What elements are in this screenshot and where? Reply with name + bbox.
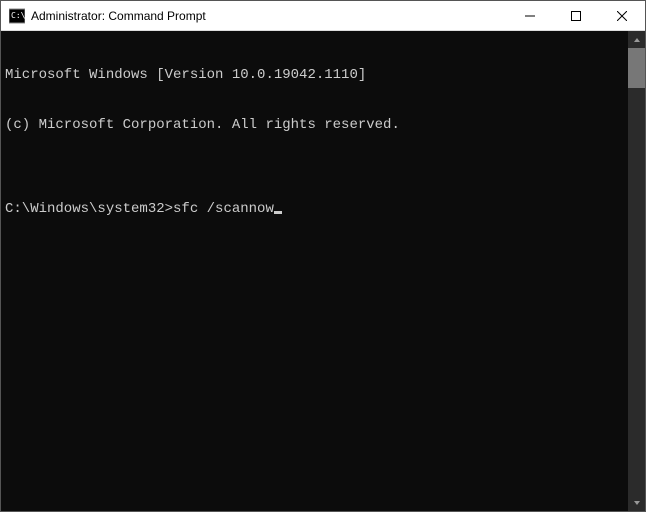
scroll-thumb[interactable] <box>628 48 645 88</box>
scroll-track[interactable] <box>628 48 645 494</box>
maximize-button[interactable] <box>553 1 599 30</box>
output-line: Microsoft Windows [Version 10.0.19042.11… <box>5 67 624 84</box>
prompt-line: C:\Windows\system32>sfc /scannow <box>5 201 624 218</box>
window-title: Administrator: Command Prompt <box>31 9 507 23</box>
minimize-button[interactable] <box>507 1 553 30</box>
close-button[interactable] <box>599 1 645 30</box>
maximize-icon <box>571 11 581 21</box>
output-line: (c) Microsoft Corporation. All rights re… <box>5 117 624 134</box>
scroll-up-button[interactable] <box>628 31 645 48</box>
cursor <box>274 211 282 214</box>
prompt-text: C:\Windows\system32> <box>5 201 173 218</box>
scroll-down-button[interactable] <box>628 494 645 511</box>
svg-text:C:\: C:\ <box>11 11 25 20</box>
close-icon <box>617 11 627 21</box>
minimize-icon <box>525 11 535 21</box>
titlebar[interactable]: C:\ Administrator: Command Prompt <box>1 1 645 31</box>
console-output[interactable]: Microsoft Windows [Version 10.0.19042.11… <box>1 31 628 511</box>
command-input[interactable]: sfc /scannow <box>173 201 274 218</box>
cmd-icon: C:\ <box>9 8 25 24</box>
chevron-down-icon <box>633 499 641 507</box>
chevron-up-icon <box>633 36 641 44</box>
command-prompt-window: C:\ Administrator: Command Prompt <box>0 0 646 512</box>
console-area: Microsoft Windows [Version 10.0.19042.11… <box>1 31 645 511</box>
vertical-scrollbar[interactable] <box>628 31 645 511</box>
window-controls <box>507 1 645 30</box>
